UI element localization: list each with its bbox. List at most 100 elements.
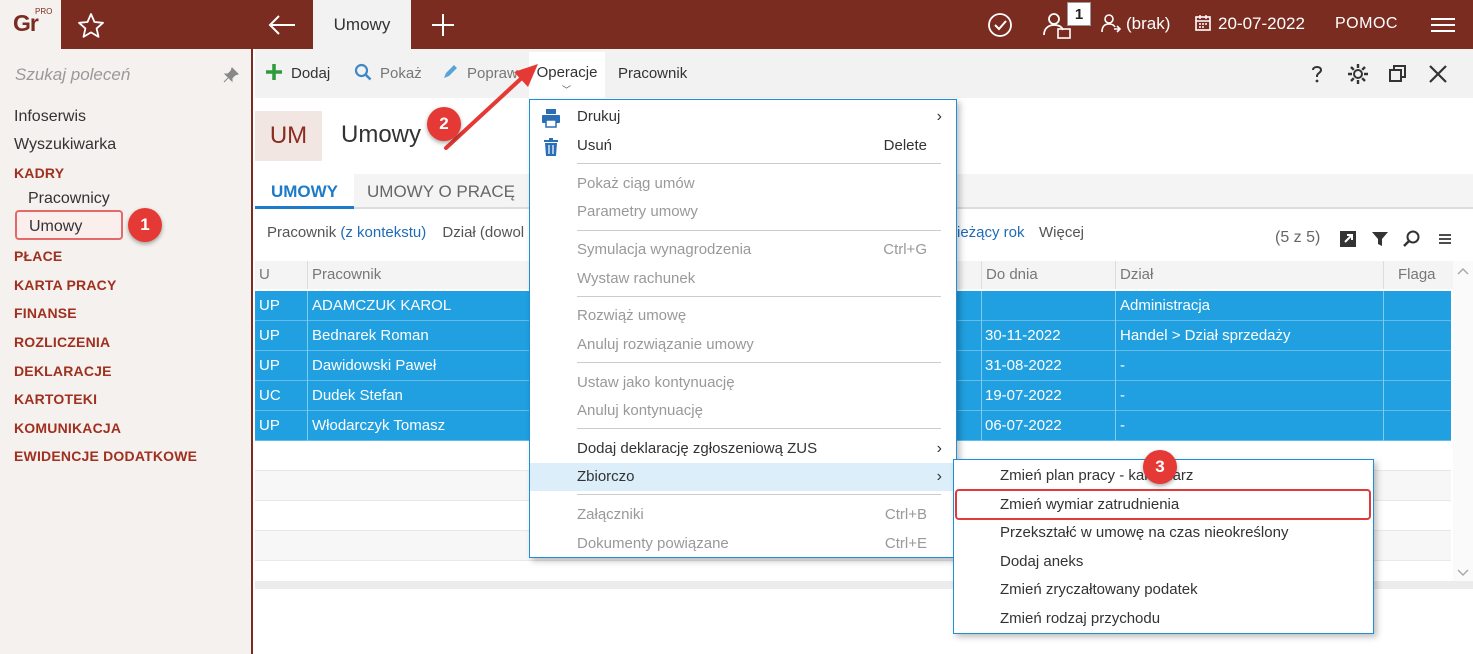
sidebar-item-pracownicy[interactable]: Pracownicy — [28, 190, 110, 208]
menu-item-related-docs[interactable]: Dokumenty powiązane Ctrl+E — [530, 530, 956, 558]
cell-u: UC — [259, 387, 281, 404]
show-label: Pokaż — [380, 65, 422, 82]
submenu-item-convert-indefinite[interactable]: Przekształć w umowę na czas nieokreślony — [1000, 519, 1288, 547]
working-date[interactable]: 20-07-2022 — [1194, 12, 1305, 36]
menu-item-attachments[interactable]: Załączniki Ctrl+B — [530, 501, 956, 529]
menu-item-terminate[interactable]: Rozwiąż umowę — [530, 302, 956, 330]
new-tab-plus-icon[interactable] — [428, 10, 458, 40]
show-button[interactable]: Pokaż — [354, 63, 422, 85]
submenu-item-add-annex[interactable]: Dodaj aneks — [1000, 548, 1083, 576]
sidebar-section-komunikacja[interactable]: KOMUNIKACJA — [14, 420, 121, 436]
menu-separator — [577, 428, 941, 429]
add-label: Dodaj — [291, 65, 331, 82]
search-icon[interactable] — [1402, 229, 1422, 249]
app-logo[interactable]: Gr PRO — [0, 0, 61, 49]
col-dept[interactable]: Dział — [1115, 261, 1383, 289]
cell-employee: ADAMCZUK KAROL — [312, 297, 452, 314]
top-bar: Gr PRO Umowy 1 (brak) 20-07-2022 POMOC — [0, 0, 1473, 49]
dept-filter[interactable]: Dział (dowol — [442, 224, 524, 241]
help-question-icon[interactable] — [1306, 63, 1328, 85]
pin-icon[interactable] — [222, 66, 240, 84]
cell-dept: Handel > Dział sprzedaży — [1120, 327, 1291, 344]
menu-shortcut: Ctrl+B — [884, 506, 927, 523]
sidebar-section-ewidencje[interactable]: EWIDENCJE DODATKOWE — [14, 448, 197, 464]
export-icon[interactable] — [1338, 229, 1358, 249]
menu-label: Anuluj kontynuację — [577, 402, 703, 419]
menu-label: Symulacja wynagrodzenia — [577, 241, 752, 258]
submenu-item-change-flat-tax[interactable]: Zmień zryczałtowany podatek — [1000, 576, 1198, 604]
sidebar-item-umowy[interactable]: Umowy — [15, 210, 123, 240]
back-arrow-icon[interactable] — [265, 10, 299, 40]
menu-item-cancel-terminate[interactable]: Anuluj rozwiązanie umowy — [530, 331, 956, 359]
menu-shortcut: Ctrl+E — [884, 535, 927, 552]
menu-item-bill[interactable]: Wystaw rachunek — [530, 265, 956, 293]
toolbar: Dodaj Pokaż Popraw Operacje ﹀ Pracownik — [255, 49, 1473, 98]
menu-item-bulk[interactable]: Zbiorczo › — [530, 463, 956, 491]
help-menu[interactable]: POMOC — [1335, 12, 1398, 36]
restore-window-icon[interactable] — [1387, 63, 1409, 85]
employee-filter-link[interactable]: (z kontekstu) — [340, 224, 426, 241]
col-flag[interactable]: Flaga — [1383, 261, 1453, 289]
menu-item-delete[interactable]: Usuń Delete — [530, 132, 956, 160]
menu-separator — [577, 362, 941, 363]
cell-to-date: 19-07-2022 — [985, 387, 1062, 404]
year-filter[interactable]: ieżący rok — [957, 224, 1025, 241]
tab-umowy-o-prace[interactable]: UMOWY O PRACĘ — [367, 174, 515, 209]
menu-item-params[interactable]: Parametry umowy — [530, 198, 956, 226]
grid-scrollbar[interactable] — [1453, 261, 1473, 581]
command-search-input[interactable]: Szukaj poleceń — [15, 65, 130, 85]
sidebar-section-rozliczenia[interactable]: ROZLICZENIA — [14, 334, 110, 350]
menu-item-set-continuation[interactable]: Ustaw jako kontynuację — [530, 369, 956, 397]
employee-menu-button[interactable]: Pracownik — [618, 63, 687, 85]
page-badge: UM — [255, 111, 322, 161]
sidebar-section-deklaracje[interactable]: DEKLARACJE — [14, 363, 112, 379]
col-u[interactable]: U — [255, 261, 270, 289]
menu-item-print[interactable]: Drukuj › — [530, 103, 956, 131]
col-to-date[interactable]: Do dnia — [981, 261, 1113, 289]
sidebar-section-place[interactable]: PŁACE — [14, 248, 62, 264]
menu-item-cancel-continuation[interactable]: Anuluj kontynuację — [530, 397, 956, 425]
record-count: (5 z 5) — [1275, 229, 1321, 246]
chevron-down-icon: ﹀ — [562, 85, 572, 95]
filter-icon[interactable] — [1370, 229, 1390, 249]
active-window-tab[interactable]: Umowy — [313, 0, 411, 49]
sidebar-section-karta-pracy[interactable]: KARTA PRACY — [14, 277, 117, 293]
menu-label: Wystaw rachunek — [577, 270, 696, 287]
menu-shortcut: Delete — [883, 137, 927, 154]
sidebar-item-infoserwis[interactable]: Infoserwis — [14, 108, 86, 126]
menu-label: Ustaw jako kontynuację — [577, 374, 735, 391]
submenu-item-change-income-type[interactable]: Zmień rodzaj przychodu — [1000, 605, 1160, 633]
submenu-item-change-employment-size[interactable]: Zmień wymiar zatrudnienia — [1000, 491, 1179, 519]
annotation-arrow — [444, 64, 538, 150]
menu-label: Parametry umowy — [577, 203, 698, 220]
cell-dept: - — [1120, 417, 1125, 434]
close-icon[interactable] — [1427, 63, 1449, 85]
cell-u: UP — [259, 417, 280, 434]
menu-label: Usuń — [577, 137, 613, 154]
hamburger-menu-icon[interactable] — [1428, 12, 1458, 38]
cell-u: UP — [259, 327, 280, 344]
menu-label: Pokaż ciąg umów — [577, 175, 695, 192]
operator-status[interactable]: (brak) — [1100, 12, 1170, 36]
notification-badge: 1 — [1067, 2, 1091, 26]
menu-item-show-chain[interactable]: Pokaż ciąg umów — [530, 170, 956, 198]
add-button[interactable]: Dodaj — [265, 63, 330, 85]
check-circle-icon[interactable] — [985, 10, 1015, 40]
menu-item-simulation[interactable]: Symulacja wynagrodzenia Ctrl+G — [530, 236, 956, 264]
more-filters[interactable]: Więcej — [1039, 224, 1084, 241]
menu-label: Rozwiąż umowę — [577, 307, 687, 324]
favorite-star-icon[interactable] — [75, 10, 107, 40]
cell-dept: - — [1120, 387, 1125, 404]
list-options-icon[interactable] — [1435, 229, 1455, 249]
menu-label: Anuluj rozwiązanie umowy — [577, 336, 754, 353]
cell-employee: Dawidowski Paweł — [312, 357, 437, 374]
sidebar-item-wyszukiwarka[interactable]: Wyszukiwarka — [14, 136, 116, 154]
menu-label: Dodaj deklarację zgłoszeniową ZUS — [577, 440, 818, 457]
gear-icon[interactable] — [1347, 63, 1369, 85]
sidebar-section-finanse[interactable]: FINANSE — [14, 305, 77, 321]
sidebar-section-kartoteki[interactable]: KARTOTEKI — [14, 391, 97, 407]
sidebar-section-kadry[interactable]: KADRY — [14, 165, 64, 181]
tab-umowy[interactable]: UMOWY — [255, 174, 354, 209]
menu-item-zus-declaration[interactable]: Dodaj deklarację zgłoszeniową ZUS › — [530, 435, 956, 463]
menu-label: Dokumenty powiązane — [577, 535, 729, 552]
